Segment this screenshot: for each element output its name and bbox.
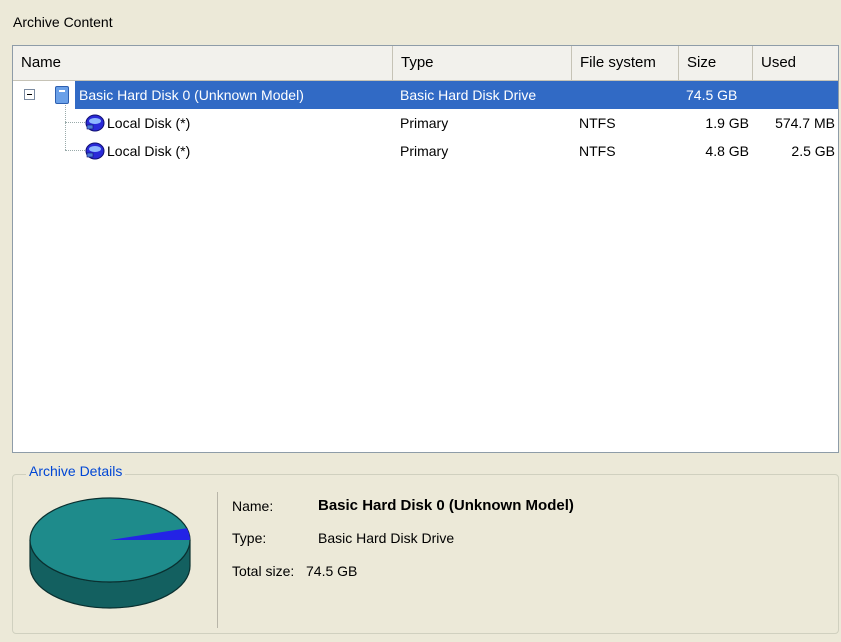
row-type: Basic Hard Disk Drive [400, 87, 537, 103]
row-type: Primary [400, 143, 449, 159]
archive-content-title: Archive Content [13, 14, 113, 30]
column-header-name[interactable]: Name [13, 46, 393, 80]
table-row[interactable]: Basic Hard Disk 0 (Unknown Model) Basic … [13, 81, 838, 109]
column-header-size[interactable]: Size [679, 46, 753, 80]
column-header-type[interactable]: Type [393, 46, 572, 80]
archive-details-title: Archive Details [26, 463, 126, 479]
details-separator [217, 492, 218, 628]
detail-total-size-label: Total size: [232, 563, 295, 579]
detail-total-size-value: 74.5 GB [306, 563, 358, 579]
partition-icon [85, 114, 105, 132]
row-name: Basic Hard Disk 0 (Unknown Model) [79, 87, 304, 103]
row-name: Local Disk (*) [107, 115, 191, 131]
detail-type-label: Type: [232, 530, 267, 546]
row-used: 2.5 GB [791, 143, 835, 159]
archive-content-list[interactable]: Name Type File system Size Used Basic Ha… [12, 45, 839, 453]
row-used [753, 81, 835, 109]
table-row[interactable]: Local Disk (*) Primary NTFS 1.9 GB 574.7… [13, 109, 838, 137]
collapse-toggle-icon[interactable] [24, 89, 35, 100]
row-used: 574.7 MB [775, 115, 835, 131]
detail-name-label: Name: [232, 498, 274, 514]
row-size: 4.8 GB [705, 143, 749, 159]
column-header-used[interactable]: Used [753, 46, 838, 80]
detail-type-value: Basic Hard Disk Drive [318, 530, 455, 546]
row-size: 74.5 GB [686, 87, 738, 103]
table-row[interactable]: Local Disk (*) Primary NTFS 4.8 GB 2.5 G… [13, 137, 838, 165]
hard-disk-icon [55, 86, 69, 104]
disk-usage-pie [18, 488, 204, 614]
detail-name-value: Basic Hard Disk 0 (Unknown Model) [318, 497, 574, 514]
column-header-file-system[interactable]: File system [572, 46, 679, 80]
row-name: Local Disk (*) [107, 143, 191, 159]
row-type: Primary [400, 115, 449, 131]
list-header: Name Type File system Size Used [13, 46, 838, 81]
row-file-system: NTFS [579, 143, 616, 159]
partition-icon [85, 142, 105, 160]
row-file-system: NTFS [579, 115, 616, 131]
row-size: 1.9 GB [705, 115, 749, 131]
